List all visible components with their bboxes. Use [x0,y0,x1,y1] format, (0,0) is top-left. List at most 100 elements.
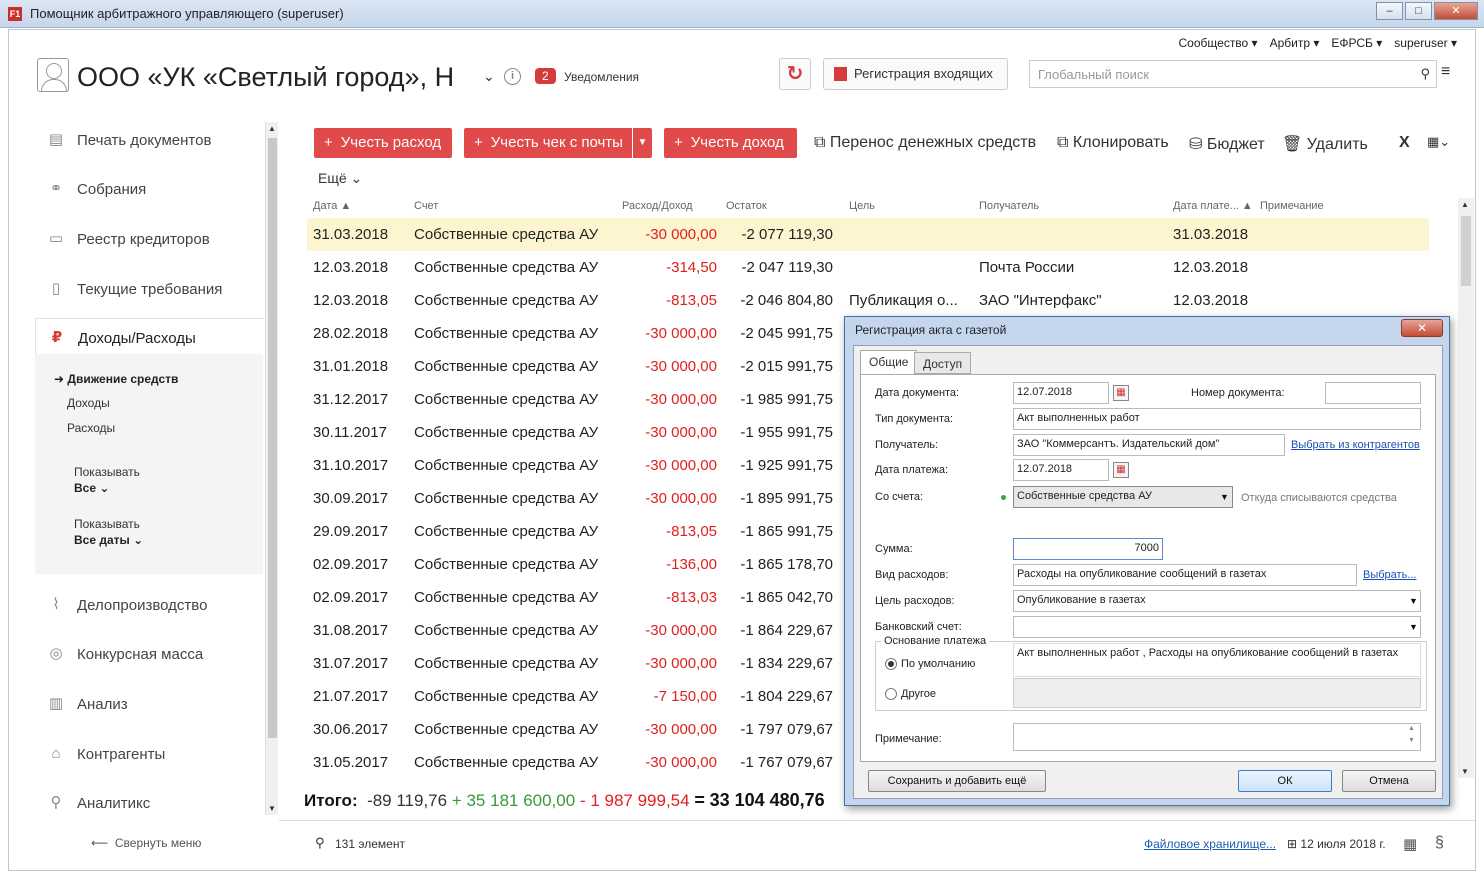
note-field[interactable] [1013,723,1421,751]
minimize-button[interactable]: ‒ [1376,2,1403,20]
refresh-button[interactable]: ↻ [779,58,811,90]
close-window-button[interactable]: ✕ [1434,2,1478,20]
clone-button[interactable]: ⧉ Клонировать [1057,134,1169,152]
doc-number-field[interactable] [1325,382,1421,404]
notification-label[interactable]: Уведомления [564,70,639,84]
col-date[interactable]: Дата ▲ [313,200,351,212]
calendar-icon[interactable]: ▦ [1113,462,1129,478]
sidebar-item-records[interactable]: ⌇ Делопроизводство [35,585,265,625]
choose-contractor-link[interactable]: Выбрать из контрагентов [1291,439,1420,451]
show-dates-value[interactable]: Все даты ⌄ [74,533,143,547]
budget-button[interactable]: ⛁ Бюджет [1189,134,1265,154]
doc-date-field[interactable]: 12.07.2018 [1013,382,1109,404]
pay-date-field[interactable]: 12.07.2018 [1013,459,1109,481]
dialog-close-button[interactable]: ✕ [1401,319,1443,337]
receiver-field[interactable]: ЗАО "Коммерсантъ. Издательский дом" [1013,434,1285,456]
col-paydate[interactable]: Дата плате... ▲ [1173,200,1253,212]
table-scrollbar[interactable]: ▲ ▼ [1458,198,1474,778]
doc-type-field[interactable]: Акт выполненных работ [1013,408,1421,430]
cell-account: Собственные средства АУ [414,259,599,276]
notification-badge[interactable]: 2 [535,68,556,84]
spin-up-icon[interactable]: ▲ [1408,725,1415,732]
menu-user[interactable]: superuser ▾ [1394,36,1457,50]
basis-other-field[interactable] [1013,678,1421,708]
sidebar-item-income-expense[interactable]: ₽ Доходы/Расходы [35,318,265,358]
sidebar-item-analysis[interactable]: ▥ Анализ [35,684,265,724]
sidebar-item-estate[interactable]: ◎ Конкурсная масса [35,634,265,674]
org-name[interactable]: ООО «УК «Светлый город», Н [77,62,454,93]
columns-settings-icon[interactable]: ▦⌄ [1427,134,1450,150]
section-icon[interactable]: § [1435,834,1444,852]
search-icon[interactable]: ⚲ [1420,66,1430,82]
table-row[interactable]: 12.03.2018 Собственные средства АУ -314,50… [307,251,1429,284]
transfer-button[interactable]: ⧉ Перенос денежных средств [814,134,1036,152]
tab-access[interactable]: Доступ [914,352,972,374]
search-icon[interactable]: ⚲ [315,835,325,851]
tab-general[interactable]: Общие [860,350,918,374]
basis-default-label[interactable]: По умолчанию [901,658,975,670]
global-search-input[interactable]: Глобальный поиск ⚲ [1029,60,1437,88]
sum-field[interactable]: 7000 [1013,538,1163,560]
scroll-down-icon[interactable]: ▼ [1461,767,1469,776]
menu-arbiter[interactable]: Арбитр ▾ [1270,36,1320,50]
basis-other-radio[interactable] [885,688,897,700]
scroll-down-icon[interactable]: ▼ [268,804,276,813]
scrollbar-thumb[interactable] [268,138,277,738]
info-icon[interactable]: i [504,68,521,85]
more-button[interactable]: Ещё ⌄ [318,170,362,187]
sub-item-movement[interactable]: ➜ Движение средств [54,372,178,386]
add-income-button[interactable]: + Учесть доход [664,128,797,158]
delete-button[interactable]: 🗑 Удалить [1282,134,1368,154]
table-row[interactable]: 31.03.2018 Собственные средства АУ -30 000… [307,218,1429,251]
col-account[interactable]: Счет [414,200,438,212]
chevron-down-icon[interactable]: ⌄ [483,68,495,85]
sidebar-item-meetings[interactable]: ⚭ Собрания [35,169,265,209]
calendar-icon[interactable]: ▦ [1113,385,1129,401]
expense-goal-select[interactable]: Опубликование в газетах [1013,590,1421,612]
sub-item-expense[interactable]: Расходы [67,421,115,435]
spin-down-icon[interactable]: ▼ [1408,737,1415,744]
sidebar-item-current-claims[interactable]: ▯ Текущие требования [35,269,265,309]
add-receipt-button[interactable]: + Учесть чек с почты ▼ [464,128,652,158]
save-add-more-button[interactable]: Сохранить и добавить ещё [868,770,1046,792]
dropdown-arrow-icon[interactable]: ▼ [1409,596,1418,606]
calculator-icon[interactable]: ▦ [1403,835,1417,853]
basis-default-radio[interactable] [885,658,897,670]
maximize-button[interactable]: □ [1405,2,1432,20]
ok-button[interactable]: ОК [1238,770,1332,792]
sidebar-item-print[interactable]: ▤ Печать документов [35,120,265,160]
bank-account-select[interactable] [1013,616,1421,638]
sidebar-item-analytics[interactable]: ⚲ Аналитикс [35,783,265,823]
register-incoming-button[interactable]: Регистрация входящих [823,58,1008,90]
sidebar-scrollbar[interactable]: ▲ ▼ [265,122,278,815]
col-note[interactable]: Примечание [1260,200,1324,212]
cancel-button[interactable]: Отмена [1342,770,1436,792]
col-amount[interactable]: Расход/Доход [622,200,693,212]
collapse-menu-button[interactable]: ⟵ Свернуть меню [91,836,201,850]
table-row[interactable]: 12.03.2018 Собственные средства АУ -813,05… [307,284,1429,317]
basis-other-label[interactable]: Другое [901,688,936,700]
sidebar-item-contractors[interactable]: ⌂ Контрагенты [35,734,265,774]
dropdown-arrow-icon[interactable]: ▼ [1409,622,1418,632]
choose-expense-link[interactable]: Выбрать... [1363,569,1416,581]
scroll-up-icon[interactable]: ▲ [268,124,276,133]
sub-item-income[interactable]: Доходы [67,396,110,410]
col-goal[interactable]: Цель [849,200,875,212]
col-balance[interactable]: Остаток [726,200,767,212]
scroll-up-icon[interactable]: ▲ [1461,200,1469,209]
menu-community[interactable]: Сообщество ▾ [1179,36,1258,50]
from-account-select[interactable]: Собственные средства АУ [1013,486,1233,508]
scrollbar-thumb[interactable] [1461,216,1471,286]
sidebar-item-creditors[interactable]: ▭ Реестр кредиторов [35,219,265,259]
hamburger-menu-icon[interactable]: ≡ [1441,64,1455,80]
expense-type-field[interactable]: Расходы на опубликование сообщений в газ… [1013,564,1357,586]
add-expense-button[interactable]: + Учесть расход [314,128,452,158]
avatar-icon[interactable] [37,58,69,92]
chevron-down-icon[interactable]: ▼ [632,128,652,158]
dropdown-arrow-icon[interactable]: ▼ [1220,492,1229,502]
excel-icon[interactable]: X [1399,134,1410,152]
show-filter-value[interactable]: Все ⌄ [74,481,109,495]
menu-efrsb[interactable]: ЕФРСБ ▾ [1331,36,1382,50]
col-receiver[interactable]: Получатель [979,200,1039,212]
file-storage-link[interactable]: Файловое хранилище... [1144,837,1276,851]
